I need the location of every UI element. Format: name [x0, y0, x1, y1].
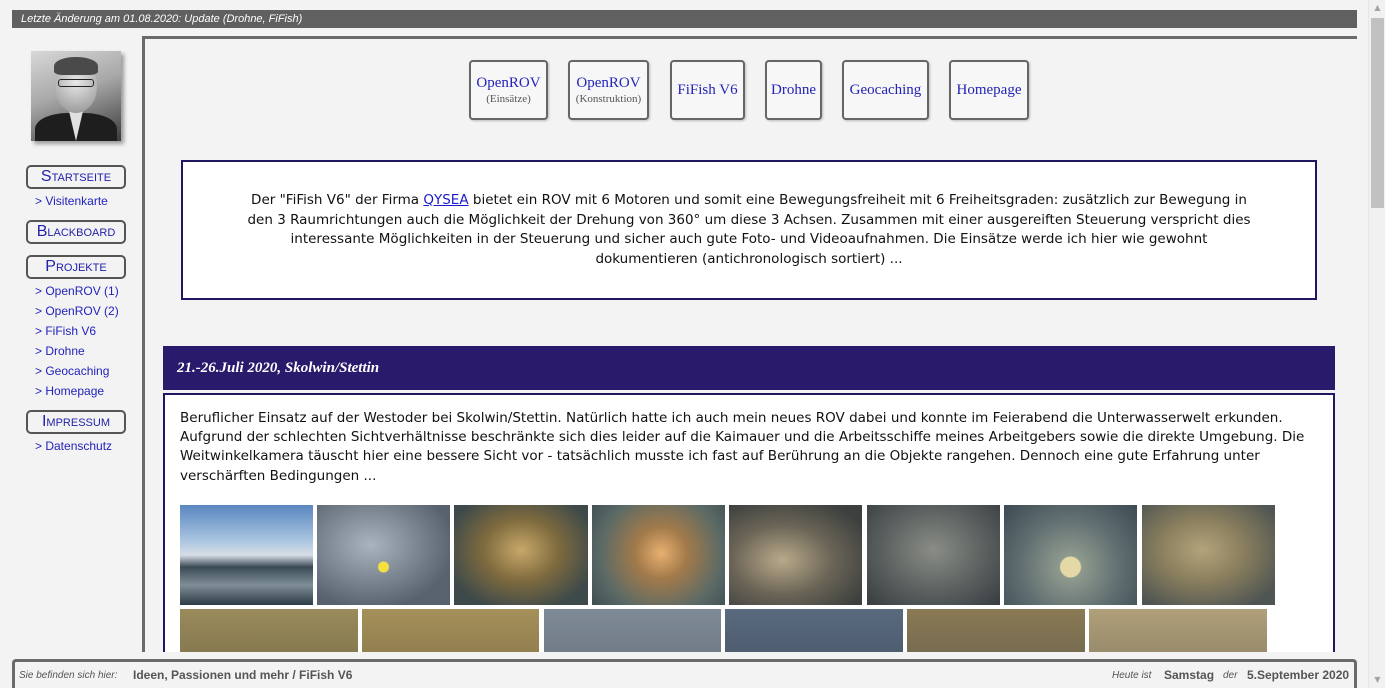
nav-openrov1-link[interactable]: > OpenROV (1) [35, 284, 119, 298]
thumbnail-underwater-7[interactable] [180, 609, 358, 652]
current-date: 5.September 2020 [1247, 668, 1350, 682]
scroll-up-icon[interactable]: ▲ [1369, 0, 1385, 16]
entry-text: Beruflicher Einsatz auf der Westoder bei… [180, 410, 1305, 484]
nav-datenschutz-link[interactable]: > Datenschutz [35, 439, 112, 453]
intro-box: Der "FiFish V6" der Firma QYSEA bietet e… [181, 160, 1317, 300]
project-homepage-button[interactable]: Homepage [949, 60, 1029, 120]
nav-openrov2-link[interactable]: > OpenROV (2) [35, 304, 119, 318]
footer-bar: Sie befinden sich hier: Ideen, Passionen… [12, 659, 1357, 688]
thumbnail-water-surface[interactable] [317, 505, 450, 605]
thumbnail-harbor[interactable] [180, 505, 313, 605]
project-button-label: Homepage [956, 82, 1022, 98]
entry-box: Beruflicher Einsatz auf der Westoder bei… [163, 393, 1335, 652]
location-label: Sie befinden sich hier: [19, 670, 118, 681]
thumbnail-underwater-6[interactable] [1142, 505, 1275, 605]
thumbnail-underwater-9[interactable] [544, 609, 721, 652]
project-drohne-button[interactable]: Drohne [765, 60, 822, 120]
nav-drohne-link[interactable]: > Drohne [35, 344, 85, 358]
thumbnail-underwater-12[interactable] [1089, 609, 1267, 652]
project-geocaching-button[interactable]: Geocaching [842, 60, 929, 120]
nav-startseite-button[interactable]: Startseite [26, 165, 126, 189]
project-fifish-button[interactable]: FiFish V6 [670, 60, 745, 120]
last-change-bar: Letzte Änderung am 01.08.2020: Update (D… [12, 10, 1357, 28]
nav-fifish-link[interactable]: > FiFish V6 [35, 324, 96, 338]
thumbnail-underwater-3[interactable] [729, 505, 862, 605]
thumbnail-underwater-1[interactable] [454, 505, 588, 605]
main-content: OpenROV (Einsätze) OpenROV (Konstruktion… [142, 36, 1357, 652]
nav-projekte-button[interactable]: Projekte [26, 255, 126, 279]
thumbnail-underwater-4[interactable] [867, 505, 1000, 605]
entry-title: 21.-26.Juli 2020, Skolwin/Stettin [163, 346, 1335, 390]
project-button-sublabel: (Konstruktion) [575, 93, 642, 105]
der-label: der [1223, 670, 1238, 681]
project-button-label: OpenROV [476, 75, 541, 91]
nav-geocaching-link[interactable]: > Geocaching [35, 364, 109, 378]
project-button-label: Drohne [771, 82, 816, 98]
project-button-label: FiFish V6 [677, 82, 738, 98]
project-button-sublabel: (Einsätze) [486, 93, 531, 105]
nav-impressum-button[interactable]: Impressum [26, 410, 126, 434]
nav-homepage-link[interactable]: > Homepage [35, 384, 104, 398]
scrollbar-thumb[interactable] [1371, 18, 1384, 208]
project-openrov-konstruktion-button[interactable]: OpenROV (Konstruktion) [568, 60, 649, 120]
location-path: Ideen, Passionen und mehr / FiFish V6 [133, 668, 353, 682]
scroll-down-icon[interactable]: ▼ [1369, 672, 1385, 688]
last-change-text: Letzte Änderung am 01.08.2020: Update (D… [21, 13, 303, 25]
project-button-label: OpenROV [576, 75, 641, 91]
project-openrov-einsaetze-button[interactable]: OpenROV (Einsätze) [469, 60, 548, 120]
thumbnail-underwater-11[interactable] [907, 609, 1085, 652]
qysea-link[interactable]: QYSEA [423, 192, 468, 208]
intro-text: Der "FiFish V6" der Firma QYSEA bietet e… [247, 192, 1251, 267]
avatar [31, 51, 121, 141]
nav-visitenkarte-link[interactable]: > Visitenkarte [35, 194, 108, 208]
nav-blackboard-button[interactable]: Blackboard [26, 220, 126, 244]
today-label: Heute ist [1112, 670, 1152, 681]
thumbnail-underwater-8[interactable] [362, 609, 539, 652]
weekday: Samstag [1164, 668, 1215, 682]
sidebar: Startseite > Visitenkarte Blackboard Pro… [12, 36, 142, 652]
vertical-scrollbar[interactable]: ▲ ▼ [1368, 0, 1385, 688]
thumbnail-underwater-2[interactable] [592, 505, 725, 605]
thumbnail-underwater-5[interactable] [1004, 505, 1137, 605]
project-button-label: Geocaching [849, 82, 922, 98]
thumbnail-underwater-10[interactable] [725, 609, 903, 652]
